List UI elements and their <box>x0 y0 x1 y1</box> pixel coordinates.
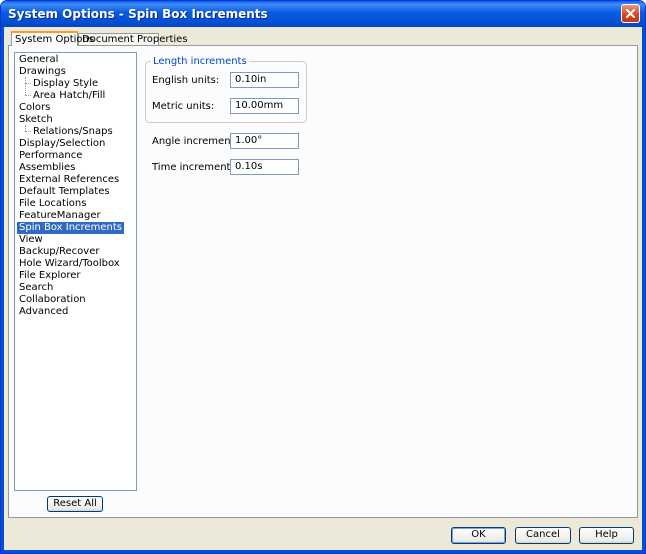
tab-system-options[interactable]: System Options <box>11 31 94 46</box>
help-button[interactable]: Help <box>579 527 634 544</box>
tree-item-view[interactable]: View <box>17 234 45 246</box>
tree-item-display-style[interactable]: Display Style <box>31 78 100 90</box>
metric-units-field[interactable]: 10.00mm <box>230 98 299 114</box>
tree-item-collaboration[interactable]: Collaboration <box>17 294 88 306</box>
tree-item-spin-box-increments[interactable]: Spin Box Increments <box>17 222 124 234</box>
length-increments-title: Length increments <box>151 56 249 68</box>
window-border-bottom <box>1 550 645 553</box>
cancel-button[interactable]: Cancel <box>515 527 571 544</box>
tree-item-hole-wizard-toolbox[interactable]: Hole Wizard/Toolbox <box>17 258 122 270</box>
tree-item-external-references[interactable]: External References <box>17 174 121 186</box>
tree-item-search[interactable]: Search <box>17 282 55 294</box>
tree-item-area-hatch-fill[interactable]: Area Hatch/Fill <box>31 90 107 102</box>
time-increments-field[interactable]: 0.10s <box>230 159 299 175</box>
tree-item-advanced[interactable]: Advanced <box>17 306 70 318</box>
tree-item-sketch[interactable]: Sketch <box>17 114 55 126</box>
tree-item-display-selection[interactable]: Display/Selection <box>17 138 107 150</box>
close-icon <box>626 9 635 18</box>
reset-all-button[interactable]: Reset All <box>47 496 103 512</box>
options-tree[interactable]: General Drawings Display Style Area Hatc… <box>14 52 137 491</box>
tree-item-assemblies[interactable]: Assemblies <box>17 162 77 174</box>
tree-item-relations-snaps[interactable]: Relations/Snaps <box>31 126 115 138</box>
tree-item-file-locations[interactable]: File Locations <box>17 198 88 210</box>
tree-item-drawings[interactable]: Drawings <box>17 66 68 78</box>
tree-connector <box>25 77 26 95</box>
window-title: System Options - Spin Box Increments <box>8 7 268 21</box>
tree-item-file-explorer[interactable]: File Explorer <box>17 270 83 282</box>
ok-button[interactable]: OK <box>451 527 506 544</box>
english-units-label: English units: <box>152 75 220 86</box>
angle-increments-field[interactable]: 1.00° <box>230 133 299 149</box>
tree-item-featuremanager[interactable]: FeatureManager <box>17 210 103 222</box>
tree-item-colors[interactable]: Colors <box>17 102 52 114</box>
time-increments-label: Time increments: <box>152 162 240 173</box>
metric-units-label: Metric units: <box>152 101 215 112</box>
tree-item-default-templates[interactable]: Default Templates <box>17 186 112 198</box>
window-border-left <box>1 27 4 553</box>
tree-item-general[interactable]: General <box>17 54 60 66</box>
title-bar[interactable]: System Options - Spin Box Increments <box>1 1 645 27</box>
close-button[interactable] <box>621 4 640 23</box>
tree-item-performance[interactable]: Performance <box>17 150 84 162</box>
tree-item-backup-recover[interactable]: Backup/Recover <box>17 246 101 258</box>
window-border-right <box>642 27 645 553</box>
english-units-field[interactable]: 0.10in <box>230 72 299 88</box>
